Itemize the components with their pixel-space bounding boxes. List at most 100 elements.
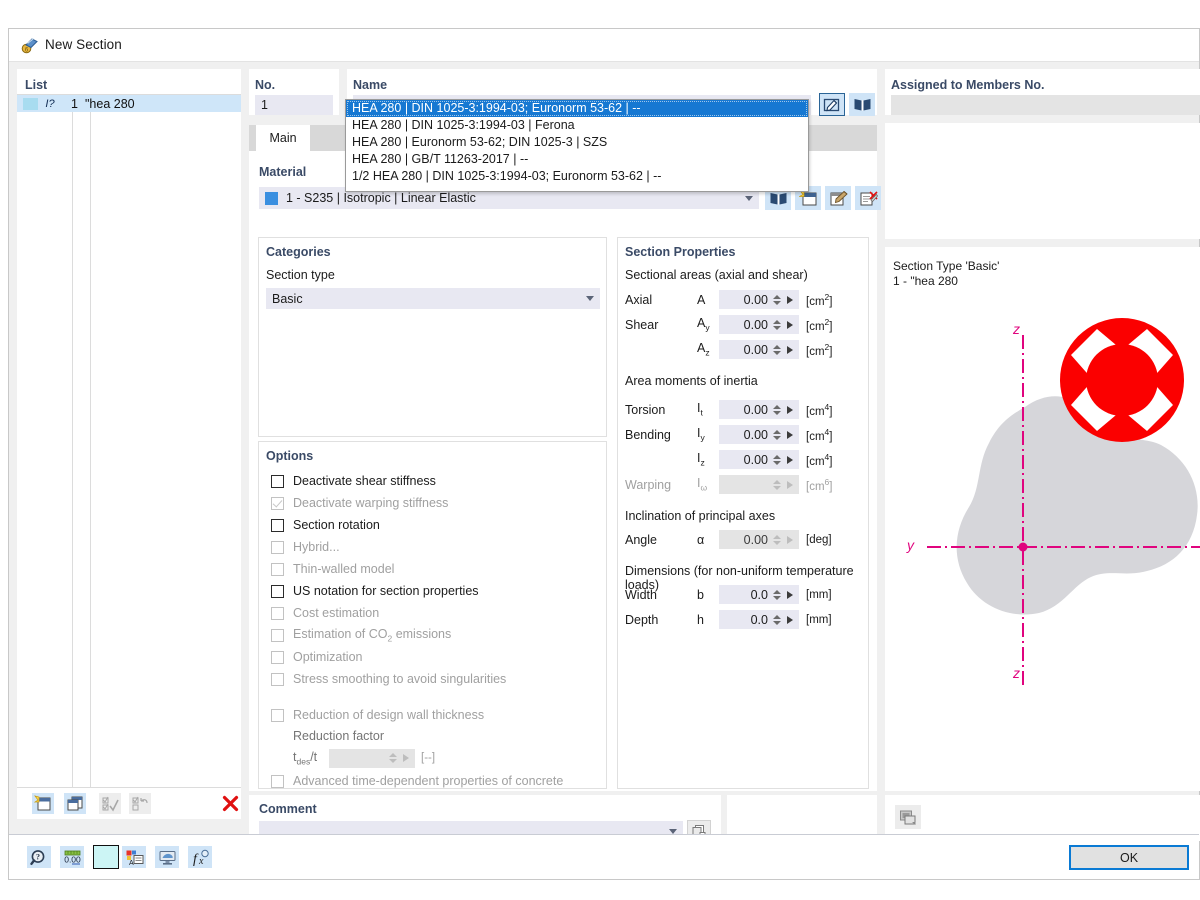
dropdown-item[interactable]: HEA 280 | DIN 1025-3:1994-03; Euronorm 5…	[346, 100, 808, 117]
delete-material-button[interactable]	[855, 186, 881, 210]
expand-arrow-icon[interactable]	[787, 345, 793, 354]
copy-section-button[interactable]	[64, 793, 86, 814]
option-section-rotation[interactable]: Section rotation	[271, 514, 601, 536]
property-input[interactable]: 0.00	[719, 290, 799, 309]
expand-arrow-icon[interactable]	[787, 320, 793, 329]
section-type-combo[interactable]: Basic	[266, 288, 600, 309]
expand-arrow-icon	[787, 480, 793, 489]
assigned-input[interactable]	[891, 95, 1200, 115]
expand-arrow-icon[interactable]	[787, 615, 793, 624]
view-button[interactable]	[155, 846, 179, 868]
property-input[interactable]: 0.00	[719, 425, 799, 444]
expand-arrow-icon[interactable]	[787, 455, 793, 464]
spinner-icon[interactable]	[772, 589, 781, 600]
options-spacer	[271, 690, 601, 704]
list-item-name: "hea 280	[85, 96, 135, 111]
name-dropdown-list[interactable]: HEA 280 | DIN 1025-3:1994-03; Euronorm 5…	[345, 99, 809, 192]
spinner-icon[interactable]	[772, 614, 781, 625]
property-row-depth: Depth h 0.0 [mm]	[625, 609, 865, 630]
select-all-button	[99, 793, 121, 814]
expand-arrow-icon[interactable]	[787, 295, 793, 304]
chevron-down-icon[interactable]	[669, 828, 677, 834]
centroid-point	[1018, 542, 1028, 552]
formula-button[interactable]: f x	[188, 846, 212, 868]
tab-main[interactable]: Main	[256, 125, 310, 151]
section-color-swatch	[23, 97, 38, 110]
edit-material-button[interactable]	[825, 186, 851, 210]
chevron-down-icon[interactable]	[586, 296, 594, 301]
spinner-icon[interactable]	[772, 294, 781, 305]
chevron-down-icon[interactable]	[745, 195, 753, 201]
property-unit: [cm2]	[806, 316, 833, 333]
checkbox-icon[interactable]	[271, 474, 284, 488]
option-deactivate-shear-stiffness[interactable]: Deactivate shear stiffness	[271, 470, 601, 492]
option-us-notation[interactable]: US notation for section properties	[271, 580, 601, 602]
list-item[interactable]: I? 1 "hea 280	[17, 95, 241, 112]
delete-section-button[interactable]	[219, 793, 241, 814]
property-input[interactable]: 0.0	[719, 610, 799, 629]
section-properties-box: Section Properties Sectional areas (axia…	[617, 237, 869, 789]
spinner-icon[interactable]	[772, 429, 781, 440]
name-header: Name	[353, 78, 388, 92]
property-label: Bending	[625, 427, 671, 442]
property-input: 0.00	[719, 530, 799, 549]
checkbox-icon	[271, 650, 284, 664]
property-input[interactable]: 0.0	[719, 585, 799, 604]
edit-name-button[interactable]	[819, 93, 845, 116]
property-input[interactable]: 0.00	[719, 315, 799, 334]
checkbox-icon[interactable]	[271, 584, 284, 598]
display-properties-button[interactable]: A	[122, 846, 146, 868]
section-icon: 6	[21, 38, 38, 54]
property-label: Shear	[625, 317, 659, 332]
categories-box: Categories Section type Basic	[258, 237, 607, 437]
property-input	[719, 475, 799, 494]
dropdown-item[interactable]: HEA 280 | Euronorm 53-62; DIN 1025-3 | S…	[346, 134, 808, 151]
property-value: 0.00	[743, 452, 768, 467]
dropdown-item[interactable]: HEA 280 | GB/T 11263-2017 | --	[346, 151, 808, 168]
spinner-icon[interactable]	[772, 454, 781, 465]
property-unit: [deg]	[806, 533, 832, 546]
units-button[interactable]: 0.00	[60, 846, 84, 868]
expand-arrow-icon[interactable]	[787, 430, 793, 439]
property-symbol: Az	[697, 341, 710, 358]
list-col-divider-1	[72, 95, 73, 819]
checkbox-checked-icon	[271, 496, 284, 510]
spinner-icon[interactable]	[772, 344, 781, 355]
property-row-bending-z: Iz 0.00 [cm4]	[625, 449, 865, 470]
section-properties-header: Section Properties	[625, 245, 736, 259]
new-material-icon	[798, 189, 816, 205]
property-unit: [mm]	[806, 588, 832, 601]
dropdown-item[interactable]: HEA 280 | DIN 1025-3:1994-03 | Ferona	[346, 117, 808, 134]
new-section-button[interactable]	[32, 793, 54, 814]
material-combo-value: 1 - S235 | Isotropic | Linear Elastic	[286, 191, 476, 205]
dropdown-item[interactable]: 1/2 HEA 280 | DIN 1025-3:1994-03; Eurono…	[346, 168, 808, 185]
property-value: 0.0	[750, 587, 768, 602]
no-header: No.	[255, 78, 276, 92]
property-label: Warping	[625, 477, 672, 492]
property-value: 0.0	[750, 612, 768, 627]
spinner-icon[interactable]	[772, 319, 781, 330]
option-label: Deactivate warping stiffness	[293, 496, 449, 510]
option-reduction-design-wall-thickness: Reduction of design wall thickness	[271, 704, 601, 726]
ok-button[interactable]: OK	[1069, 845, 1189, 870]
property-input[interactable]: 0.00	[719, 450, 799, 469]
property-input[interactable]: 0.00	[719, 340, 799, 359]
section-library-button[interactable]	[849, 93, 875, 116]
property-input[interactable]: 0.00	[719, 400, 799, 419]
help-button[interactable]: ?	[27, 846, 51, 868]
color-button[interactable]	[93, 845, 119, 869]
preview-screenshot-button[interactable]	[895, 805, 921, 829]
property-row-shear-y: Shear Ay 0.00 [cm2]	[625, 314, 865, 335]
expand-arrow-icon[interactable]	[787, 405, 793, 414]
checkbox-icon[interactable]	[271, 518, 284, 532]
option-label: Deactivate shear stiffness	[293, 474, 436, 488]
reduction-factor-label-row: Reduction factor	[271, 726, 601, 746]
expand-arrow-icon[interactable]	[787, 590, 793, 599]
no-input[interactable]: 1	[255, 95, 333, 115]
magnifier-question-icon: ?	[30, 849, 45, 865]
units-0-00-icon: 0.00	[64, 850, 81, 864]
option-stress-smoothing: Stress smoothing to avoid singularities	[271, 668, 601, 690]
property-label: Angle	[625, 532, 657, 547]
spinner-icon[interactable]	[772, 404, 781, 415]
book-icon	[770, 192, 786, 205]
